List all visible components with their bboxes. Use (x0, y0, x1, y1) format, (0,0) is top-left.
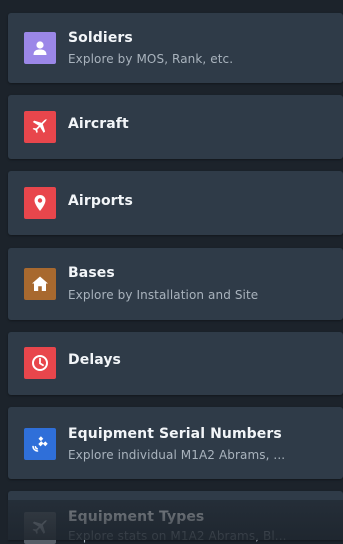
item-subtitle: Explore by Installation and Site (68, 288, 259, 302)
list-item-equipment-serial-numbers[interactable]: Equipment Serial Numbers Explore individ… (8, 407, 343, 479)
item-subtitle: Explore stats on M1A2 Abrams, Bl... (68, 529, 287, 543)
item-title: Bases (68, 265, 115, 281)
item-subtitle: Explore individual M1A2 Abrams, ... (68, 448, 286, 462)
list-item-equipment-types[interactable]: Equipment Types Explore stats on M1A2 Ab… (8, 491, 343, 544)
map-pin-icon (24, 187, 56, 219)
item-title: Equipment Types (68, 509, 205, 525)
clock-icon (24, 347, 56, 379)
item-subtitle: Explore by MOS, Rank, etc. (68, 52, 234, 66)
item-title: Soldiers (68, 30, 133, 46)
item-title: Delays (68, 352, 121, 368)
list-item-aircraft[interactable]: Aircraft (8, 95, 343, 159)
list-item-bases[interactable]: Bases Explore by Installation and Site (8, 248, 343, 320)
airplane-icon (24, 512, 56, 544)
list-item-airports[interactable]: Airports (8, 171, 343, 235)
list-item-delays[interactable]: Delays (8, 332, 343, 395)
airplane-icon (24, 111, 56, 143)
satellite-icon (24, 428, 56, 460)
item-title: Aircraft (68, 116, 129, 132)
item-title: Equipment Serial Numbers (68, 426, 282, 442)
home-icon (24, 268, 56, 300)
explore-list: Soldiers Explore by MOS, Rank, etc. Airc… (0, 0, 343, 544)
person-icon (24, 32, 56, 64)
list-item-soldiers[interactable]: Soldiers Explore by MOS, Rank, etc. (8, 13, 343, 83)
item-title: Airports (68, 193, 133, 209)
